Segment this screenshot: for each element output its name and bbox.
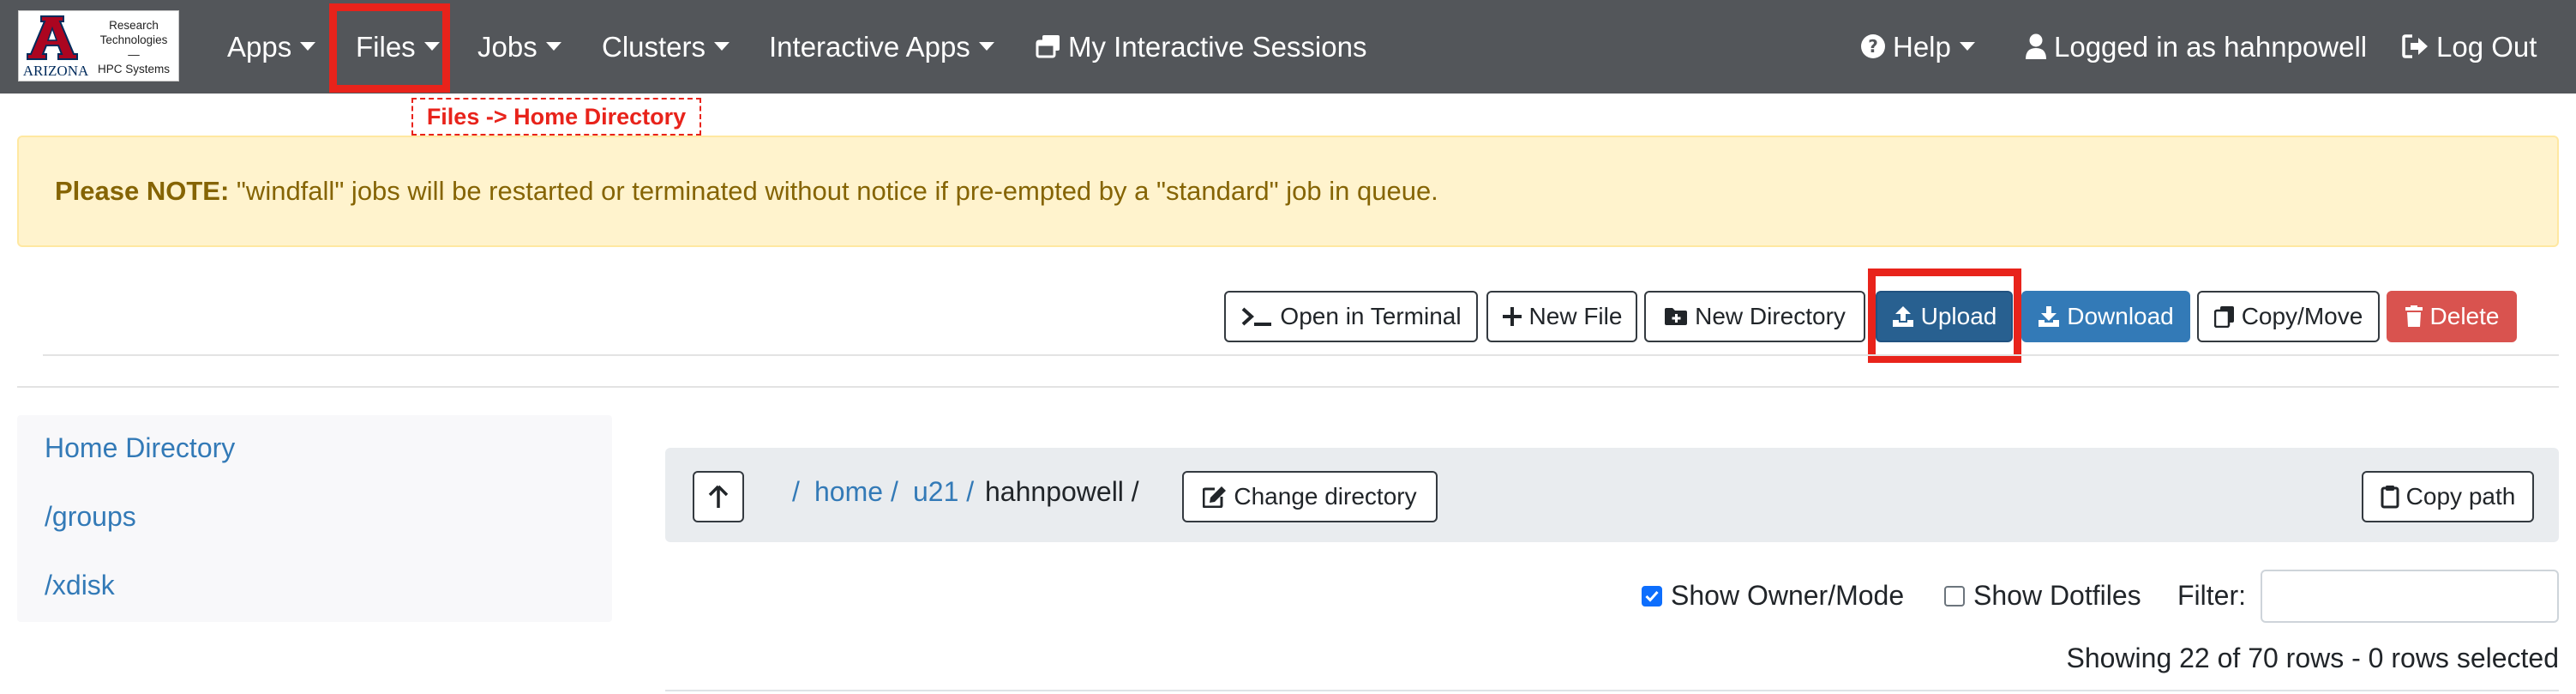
download-button[interactable]: Download [2021, 291, 2190, 342]
caret-down-icon [423, 42, 440, 51]
path-bar: / home / u21 / hahnpowell / Change direc… [665, 448, 2559, 542]
go-up-directory-button[interactable] [693, 471, 744, 522]
nav-clusters-label: Clusters [602, 31, 706, 63]
caret-down-icon [300, 42, 316, 51]
open-in-terminal-label: Open in Terminal [1280, 303, 1462, 329]
nav-logout-label: Log Out [2436, 31, 2537, 63]
show-dotfiles-label: Show Dotfiles [1973, 580, 2141, 611]
change-directory-label: Change directory [1234, 483, 1417, 510]
nav-jobs-label: Jobs [477, 31, 537, 63]
breadcrumb-u21[interactable]: u21 / [913, 476, 974, 508]
upload-icon [1892, 305, 1914, 328]
nav-my-sessions-link[interactable]: My Interactive Sessions [1036, 0, 1366, 94]
folder-plus-icon [1664, 306, 1688, 327]
copy-path-button[interactable]: Copy path [2362, 471, 2534, 522]
windfall-notice-alert: Please NOTE: "windfall" jobs will be res… [17, 136, 2559, 247]
university-logo[interactable]: ARIZONA Research Technologies — HPC Syst… [18, 10, 179, 81]
nav-interactive-apps-label: Interactive Apps [769, 31, 970, 63]
alert-message: "windfall" jobs will be restarted or ter… [229, 176, 1438, 206]
change-directory-button[interactable]: Change directory [1182, 471, 1438, 522]
open-in-terminal-button[interactable]: Open in Terminal [1224, 291, 1478, 342]
alert-label: Please NOTE: [55, 176, 230, 206]
toolbar-divider [43, 354, 2559, 356]
nav-help-dropdown[interactable]: ? Help [1860, 0, 1975, 94]
nav-files-label: Files [356, 31, 416, 63]
nav-apps-label: Apps [227, 31, 292, 63]
show-owner-mode-option[interactable]: Show Owner/Mode [1642, 580, 1904, 612]
breadcrumb-root[interactable]: / [792, 476, 800, 508]
question-circle-icon: ? [1861, 34, 1885, 59]
new-directory-button[interactable]: New Directory [1644, 291, 1865, 342]
sidebar-item-xdisk[interactable]: /xdisk [45, 570, 115, 601]
trash-icon [2405, 305, 2423, 328]
svg-text:?: ? [1868, 36, 1878, 57]
sidebar-item-groups[interactable]: /groups [45, 501, 136, 533]
copy-path-label: Copy path [2405, 483, 2516, 510]
upload-label: Upload [1920, 303, 1997, 329]
new-directory-label: New Directory [1695, 303, 1846, 329]
breadcrumb-home[interactable]: home / [814, 476, 898, 508]
nav-logged-in-label: Logged in as hahnpowell [2054, 31, 2368, 63]
delete-button[interactable]: Delete [2387, 291, 2517, 342]
nav-files-dropdown[interactable]: Files [356, 0, 440, 94]
nav-clusters-dropdown[interactable]: Clusters [602, 0, 730, 94]
top-navbar: ARIZONA Research Technologies — HPC Syst… [0, 0, 2576, 94]
nav-logout-link[interactable]: Log Out [2402, 0, 2537, 94]
terminal-icon [1240, 306, 1273, 327]
download-label: Download [2067, 303, 2174, 329]
logo-caption-line: Research [109, 19, 159, 32]
clipboard-icon [2381, 485, 2399, 509]
caret-down-icon [978, 42, 994, 51]
user-icon [2026, 33, 2046, 60]
upload-button[interactable]: Upload [1876, 291, 2013, 342]
edit-icon [1203, 486, 1227, 508]
show-dotfiles-option[interactable]: Show Dotfiles [1944, 580, 2141, 612]
arrow-up-icon [708, 485, 729, 508]
table-top-border [665, 690, 2559, 691]
sidebar-item-home-directory[interactable]: Home Directory [45, 432, 235, 464]
filter-input[interactable] [2261, 570, 2559, 623]
logo-caption-line: HPC Systems [97, 63, 170, 75]
logo-caption-line: Technologies [99, 33, 168, 46]
plus-icon [1502, 306, 1522, 327]
nav-apps-dropdown[interactable]: Apps [227, 0, 316, 94]
delete-label: Delete [2429, 303, 2500, 329]
favorites-sidebar: Home Directory /groups /xdisk [17, 415, 612, 622]
copy-move-button[interactable]: Copy/Move [2197, 291, 2380, 342]
show-owner-mode-label: Show Owner/Mode [1671, 580, 1905, 611]
nav-my-sessions-label: My Interactive Sessions [1068, 31, 1367, 63]
nav-help-label: Help [1893, 31, 1951, 63]
sign-out-icon [2402, 34, 2428, 59]
arizona-a-logo-icon [24, 15, 81, 61]
nav-jobs-dropdown[interactable]: Jobs [477, 0, 561, 94]
caret-down-icon [714, 42, 730, 51]
copy-move-label: Copy/Move [2241, 303, 2363, 329]
download-icon [2038, 305, 2060, 328]
show-dotfiles-checkbox[interactable] [1944, 585, 1965, 606]
section-divider [17, 386, 2559, 388]
rows-status-text: Showing 22 of 70 rows - 0 rows selected [2066, 643, 2559, 673]
show-owner-mode-checkbox[interactable] [1642, 585, 1662, 606]
windows-icon [1036, 35, 1060, 58]
breadcrumb-current: hahnpowell / [985, 476, 1139, 507]
logo-caption-line: — [128, 48, 140, 61]
nav-interactive-apps-dropdown[interactable]: Interactive Apps [769, 0, 994, 94]
logo-caption: Research Technologies — HPC Systems [91, 18, 177, 76]
files-annotation-tag: Files -> Home Directory [411, 98, 701, 136]
logo-wordmark: ARIZONA [22, 63, 89, 79]
nav-user-info: Logged in as hahnpowell [2025, 0, 2367, 94]
new-file-label: New File [1528, 303, 1623, 329]
caret-down-icon [1959, 42, 1975, 51]
filter-label: Filter: [2177, 580, 2246, 611]
copy-icon [2213, 305, 2235, 328]
new-file-button[interactable]: New File [1486, 291, 1637, 342]
caret-down-icon [545, 42, 561, 51]
checkmark-icon [1645, 590, 1659, 602]
